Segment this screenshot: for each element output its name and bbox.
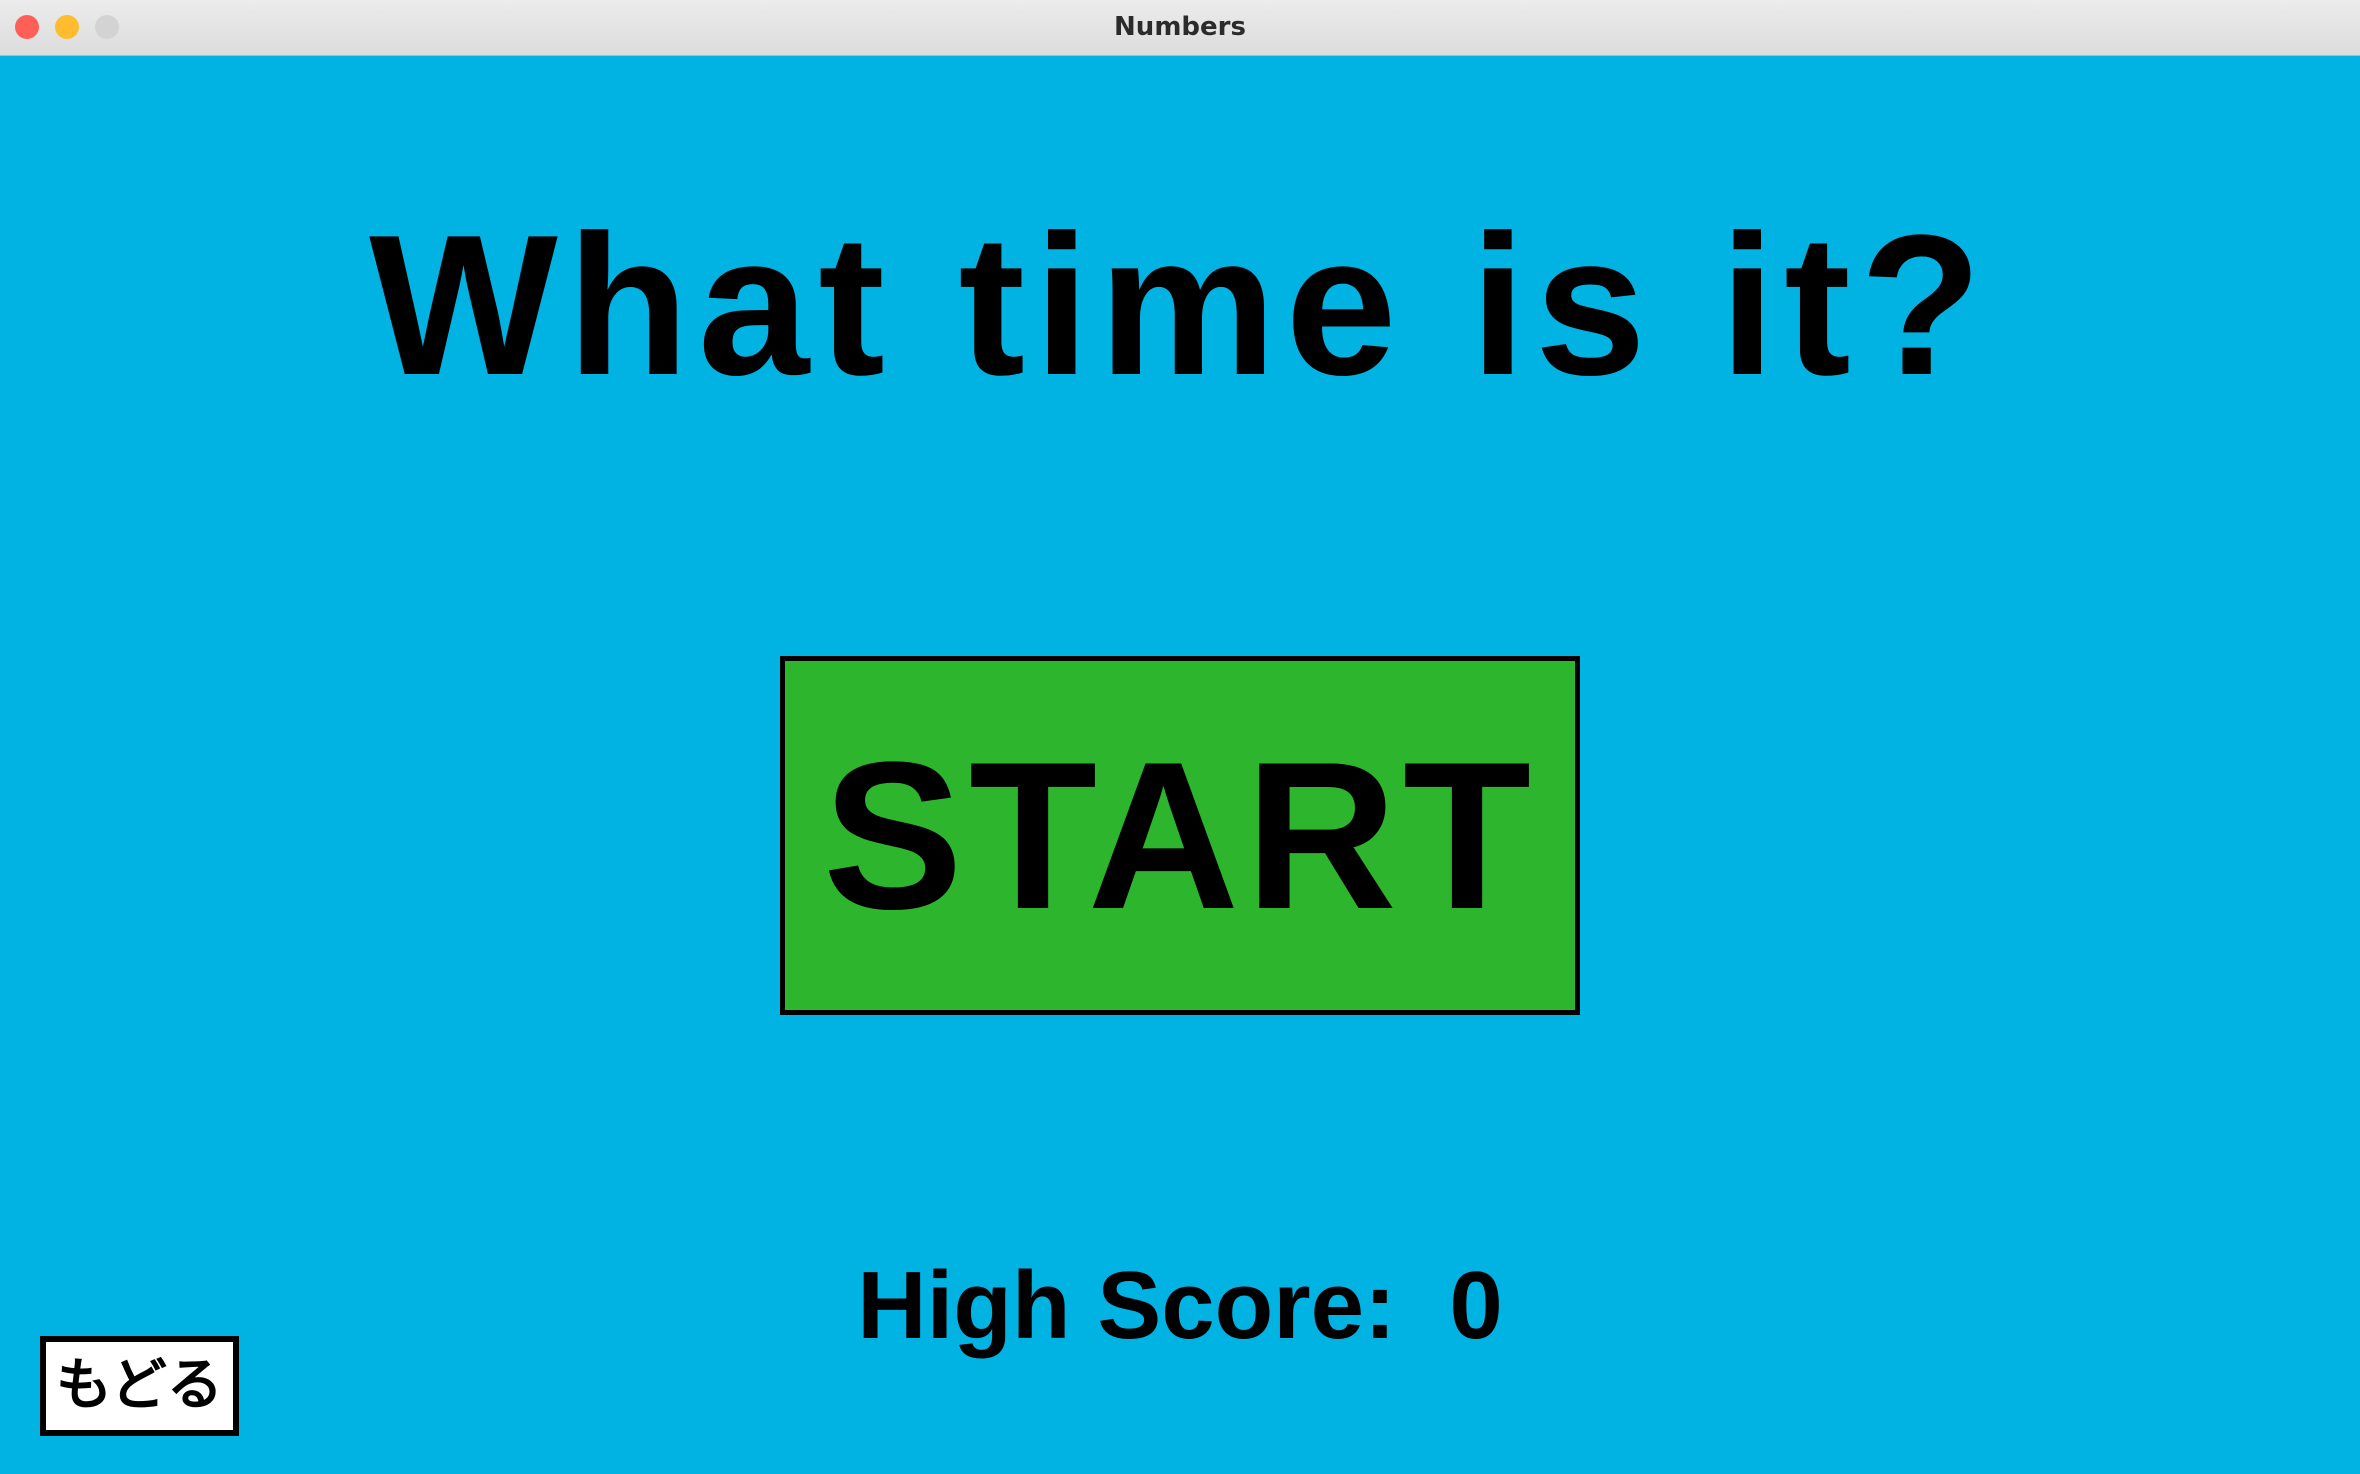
- high-score-label: High Score:: [857, 1252, 1396, 1359]
- high-score-value: 0: [1449, 1252, 1503, 1359]
- back-button-label: もどる: [56, 1353, 223, 1418]
- app-window: Numbers What time is it? START High Scor…: [0, 0, 2360, 1474]
- window-title: Numbers: [1114, 12, 1246, 42]
- high-score: High Score: 0: [0, 1246, 2360, 1366]
- title-bar[interactable]: Numbers: [0, 0, 2360, 56]
- start-button-label: START: [822, 717, 1538, 953]
- game-screen: What time is it? START High Score: 0 もどる: [0, 56, 2360, 1474]
- back-button[interactable]: もどる: [40, 1336, 239, 1436]
- game-title: What time is it?: [369, 194, 1991, 417]
- start-button[interactable]: START: [780, 656, 1580, 1015]
